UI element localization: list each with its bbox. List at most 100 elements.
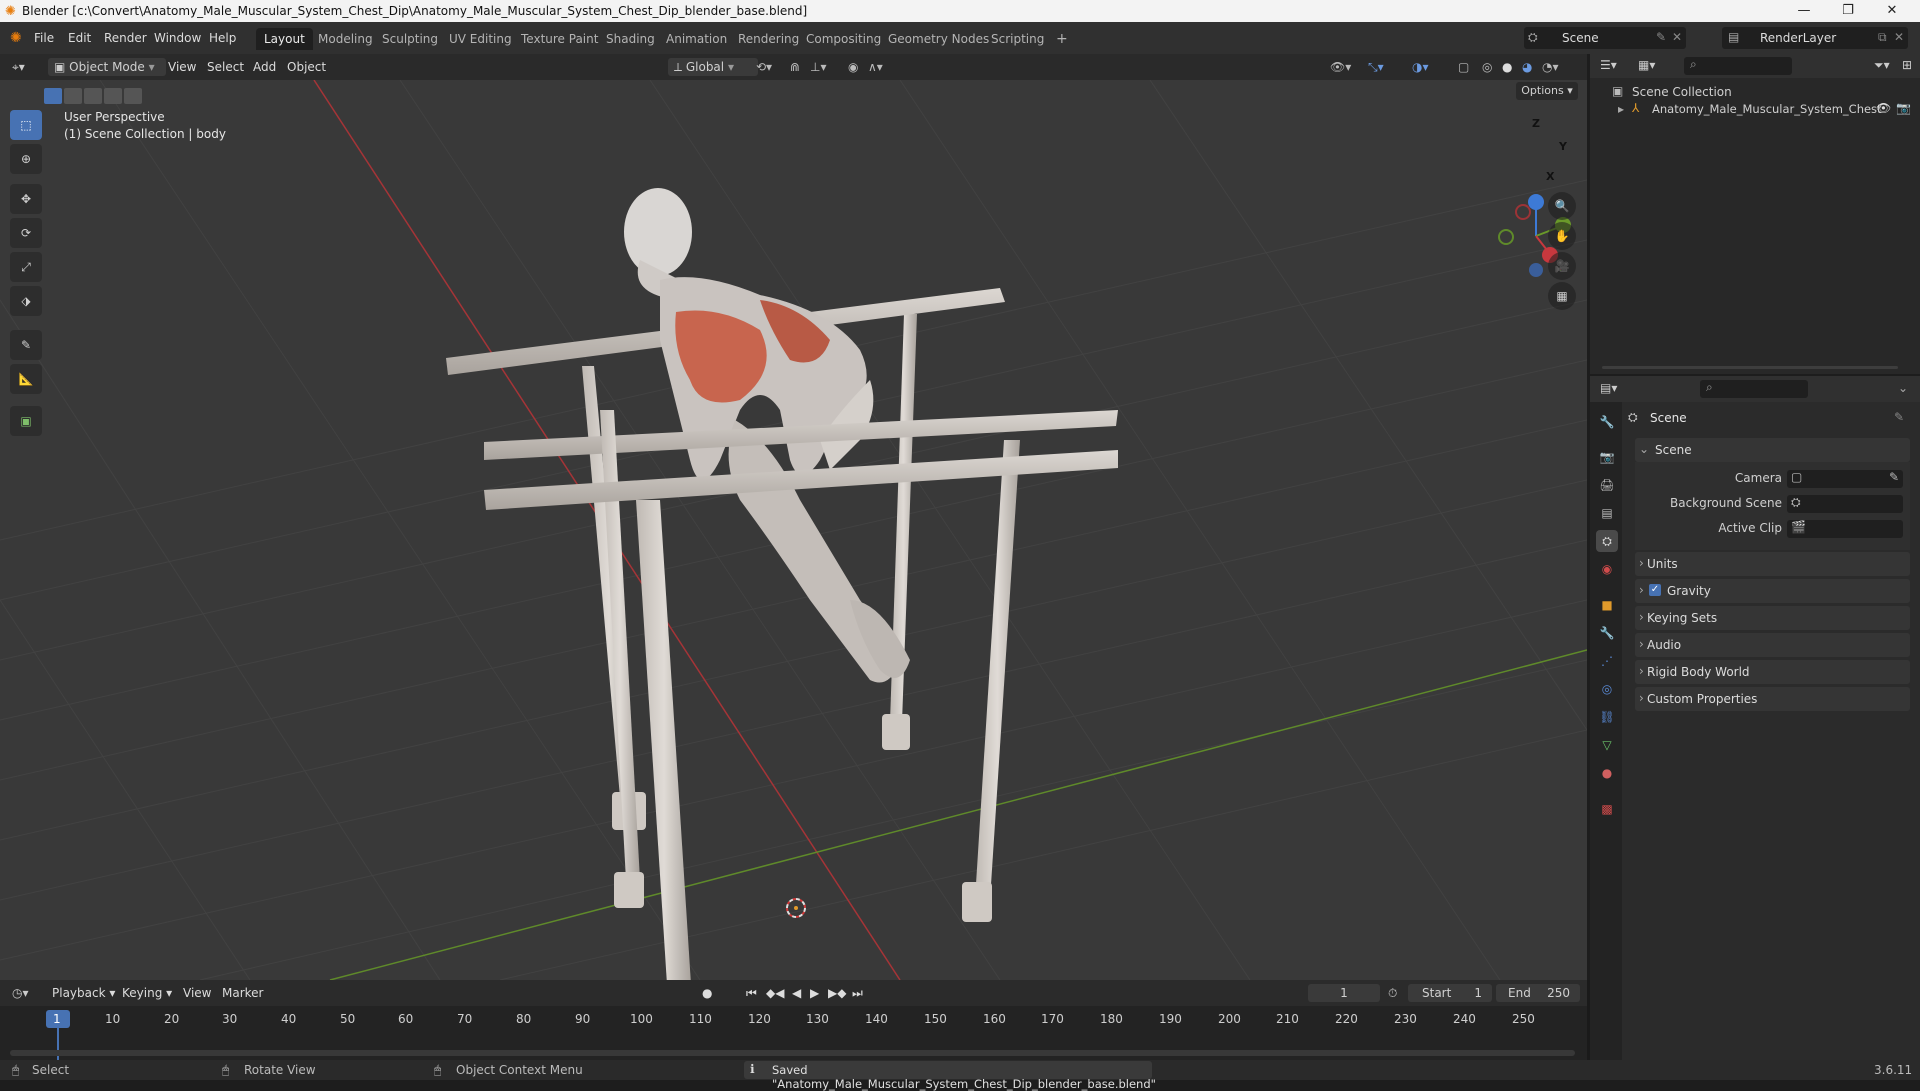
maximize-icon[interactable]: ❐ — [1826, 0, 1870, 22]
pan-hand-icon[interactable]: ✋ — [1548, 222, 1576, 250]
camera-view-icon[interactable]: 🎥 — [1548, 252, 1576, 280]
menu-render[interactable]: Render — [104, 22, 147, 54]
scene-panel-header[interactable]: ⌄ Scene — [1635, 438, 1910, 462]
tab-uv-editing[interactable]: UV Editing — [441, 28, 520, 50]
pin-icon[interactable]: ✎ — [1894, 410, 1904, 424]
material-tab-icon[interactable]: ● — [1596, 762, 1618, 784]
renderlayer-selector[interactable]: ▤ RenderLayer ⧉ ✕ — [1722, 27, 1908, 49]
modifiers-tab-icon[interactable]: 🔧 — [1596, 622, 1618, 644]
3d-viewport[interactable]: Z Y X User Perspective (1) Scene Collect… — [0, 80, 1587, 980]
outliner-scrollbar[interactable] — [1602, 366, 1898, 369]
add-cube-icon[interactable]: ▣ — [10, 406, 42, 436]
keying-sets-panel-header[interactable]: › Keying Sets — [1635, 606, 1910, 630]
ortho-grid-icon[interactable]: ▦ — [1548, 282, 1576, 310]
timeline-editor-icon[interactable]: ◷▾ — [12, 980, 29, 1006]
object-tab-icon[interactable]: ■ — [1596, 594, 1618, 616]
menu-add[interactable]: Add — [253, 54, 276, 80]
background-scene-field[interactable]: ⛭ — [1787, 495, 1903, 513]
select-new-icon[interactable] — [44, 88, 62, 104]
record-icon[interactable]: ● — [702, 980, 712, 1006]
menu-marker[interactable]: Marker — [222, 980, 263, 1006]
pivot-icon[interactable]: ⟲▾ — [756, 54, 772, 80]
timeline-scrollbar[interactable] — [10, 1050, 1575, 1056]
scene-collection-label[interactable]: Scene Collection — [1632, 85, 1732, 99]
outliner-editor-icon[interactable]: ☰▾ — [1600, 58, 1617, 72]
preview-range-icon[interactable]: ⏱ — [1388, 980, 1397, 1006]
close-layer-icon[interactable]: ✕ — [1894, 30, 1904, 44]
close-scene-icon[interactable]: ✕ — [1672, 30, 1682, 44]
select-box-icon[interactable]: ⬚ — [10, 110, 42, 140]
world-tab-icon[interactable]: ◉ — [1596, 558, 1618, 580]
outliner-search-input[interactable]: ⌕ — [1684, 57, 1792, 75]
close-icon[interactable]: ✕ — [1870, 0, 1914, 22]
menu-view[interactable]: View — [168, 54, 196, 80]
texture-tab-icon[interactable]: ▩ — [1596, 798, 1618, 820]
menu-playback[interactable]: Playback ▾ — [52, 980, 115, 1006]
jump-start-icon[interactable]: ⏮ — [746, 980, 757, 1006]
pin-icon[interactable]: ✎ — [1656, 30, 1666, 44]
output-tab-icon[interactable]: 🖨 — [1596, 474, 1618, 496]
start-frame-field[interactable]: Start 1 — [1408, 984, 1492, 1002]
snap-target-icon[interactable]: ⊥▾ — [810, 54, 826, 80]
display-mode-icon[interactable]: ▦▾ — [1638, 58, 1655, 72]
custom-properties-panel-header[interactable]: › Custom Properties — [1635, 687, 1910, 711]
menu-help[interactable]: Help — [209, 22, 236, 54]
mode-selector[interactable]: ▣ Object Mode ▾ — [48, 58, 166, 76]
end-frame-field[interactable]: End 250 — [1496, 984, 1580, 1002]
menu-keying[interactable]: Keying ▾ — [122, 980, 172, 1006]
tab-animation[interactable]: Animation — [658, 28, 735, 50]
view-layer-tab-icon[interactable]: ▤ — [1596, 502, 1618, 524]
jump-end-icon[interactable]: ⏭ — [852, 980, 863, 1006]
units-panel-header[interactable]: › Units — [1635, 552, 1910, 576]
zoom-icon[interactable]: 🔍 — [1548, 192, 1576, 220]
cursor-icon[interactable]: ⊕ — [10, 144, 42, 174]
filter-icon[interactable]: ⏷▾ — [1874, 58, 1890, 73]
menu-file[interactable]: File — [34, 22, 54, 54]
minimize-icon[interactable]: — — [1782, 0, 1826, 22]
select-subtract-icon[interactable] — [84, 88, 102, 104]
properties-editor-icon[interactable]: ▤▾ — [1600, 381, 1617, 395]
audio-panel-header[interactable]: › Audio — [1635, 633, 1910, 657]
rigid-body-world-panel-header[interactable]: › Rigid Body World — [1635, 660, 1910, 684]
annotate-icon[interactable]: ✎ — [10, 330, 42, 360]
scene-selector[interactable]: ⛭ Scene ✎ ✕ — [1524, 27, 1686, 49]
blender-menu-icon[interactable]: ✺ — [10, 30, 22, 46]
scene-tab-icon[interactable]: ⛭ — [1596, 530, 1618, 552]
camera-render-icon[interactable]: 📷 — [1896, 101, 1911, 115]
gizmo-toggle-icon[interactable]: ⤡▾ — [1368, 54, 1384, 80]
new-collection-icon[interactable]: ⊞ — [1902, 58, 1912, 72]
3d-cursor-icon[interactable] — [786, 898, 806, 918]
current-frame-field[interactable]: 1 — [1308, 984, 1380, 1002]
orientation-selector[interactable]: ⟂ Global ▾ — [668, 58, 758, 76]
camera-field[interactable]: ▢ ✎ — [1787, 470, 1903, 488]
duplicate-layer-icon[interactable]: ⧉ — [1878, 30, 1887, 45]
tab-texture-paint[interactable]: Texture Paint — [513, 28, 606, 50]
eyedropper-icon[interactable]: ✎ — [1889, 470, 1899, 484]
jump-keyframe-forward-icon[interactable]: ▶◆ — [828, 980, 846, 1006]
overlay-toggle-icon[interactable]: ◑▾ — [1412, 54, 1429, 80]
menu-timeline-view[interactable]: View — [183, 980, 211, 1006]
menu-edit[interactable]: Edit — [68, 22, 91, 54]
xray-icon[interactable]: ▢ — [1458, 54, 1469, 80]
tab-shading[interactable]: Shading — [598, 28, 663, 50]
add-workspace-button[interactable]: + — [1048, 28, 1076, 50]
wireframe-shading-icon[interactable]: ◎ — [1482, 54, 1492, 80]
constraints-tab-icon[interactable]: ⛓ — [1596, 706, 1618, 728]
jump-keyframe-back-icon[interactable]: ◆◀ — [766, 980, 784, 1006]
proportional-edit-icon[interactable]: ◉ — [848, 54, 858, 80]
tab-scripting[interactable]: Scripting — [983, 28, 1052, 50]
menu-select[interactable]: Select — [207, 54, 244, 80]
eye-icon[interactable]: 👁 — [1876, 101, 1891, 115]
tab-sculpting[interactable]: Sculpting — [374, 28, 446, 50]
measure-icon[interactable]: 📐 — [10, 364, 42, 394]
tab-geometry-nodes[interactable]: Geometry Nodes — [880, 28, 997, 50]
falloff-icon[interactable]: ∧▾ — [868, 54, 883, 80]
expand-arrow-icon[interactable]: ▸ — [1618, 102, 1624, 116]
move-icon[interactable]: ✥ — [10, 184, 42, 214]
gravity-checkbox[interactable]: ✓ — [1649, 584, 1661, 596]
transform-icon[interactable]: ⬗ — [10, 286, 42, 316]
tab-rendering[interactable]: Rendering — [730, 28, 807, 50]
menu-window[interactable]: Window — [154, 22, 201, 54]
visibility-icon[interactable]: 👁▾ — [1330, 54, 1351, 80]
play-reverse-icon[interactable]: ◀ — [792, 980, 801, 1006]
